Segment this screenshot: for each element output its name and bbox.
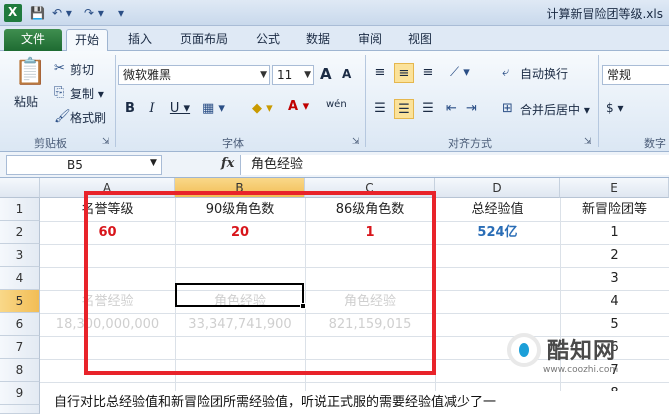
undo-icon[interactable]: ↶ ▾ bbox=[52, 4, 72, 22]
copy-icon: ⎘ bbox=[54, 85, 65, 100]
align-top-icon[interactable]: ≡ bbox=[370, 63, 390, 83]
align-right-icon[interactable]: ☰ bbox=[418, 99, 438, 119]
fill-color-icon[interactable]: ◆ ▾ bbox=[252, 101, 273, 117]
tab-page-layout[interactable]: 页面布局 bbox=[172, 29, 236, 51]
borders-icon[interactable]: ▦ ▾ bbox=[202, 101, 225, 117]
coozhi-logo-icon bbox=[507, 333, 541, 367]
cell-d1[interactable]: 总经验值 bbox=[435, 198, 560, 221]
cell-d2[interactable]: 524亿 bbox=[435, 221, 560, 244]
tab-view[interactable]: 视图 bbox=[400, 29, 440, 51]
row-header-1[interactable]: 1 bbox=[0, 198, 40, 221]
row-header-3[interactable]: 3 bbox=[0, 244, 40, 267]
paste-icon[interactable]: 📋 bbox=[14, 57, 46, 87]
alignment-launcher-icon[interactable]: ⇲ bbox=[584, 137, 592, 147]
row-header-8[interactable]: 8 bbox=[0, 359, 40, 382]
red-highlight-annotation bbox=[84, 191, 436, 375]
column-header-e[interactable]: E bbox=[560, 178, 669, 198]
excel-logo-icon bbox=[4, 4, 22, 22]
group-separator bbox=[365, 55, 366, 147]
column-header-d[interactable]: D bbox=[435, 178, 560, 198]
decrease-indent-icon[interactable]: ⇤ bbox=[446, 101, 457, 117]
phonetic-button[interactable]: wén bbox=[326, 99, 347, 110]
font-size-value: 11 bbox=[277, 68, 293, 82]
wrap-text-button[interactable]: 自动换行 bbox=[520, 65, 568, 82]
merge-center-button[interactable]: 合并后居中 ▾ bbox=[520, 101, 590, 118]
alignment-group-label: 对齐方式 bbox=[448, 137, 492, 150]
shrink-font-button[interactable]: A bbox=[342, 67, 351, 81]
row-header-5[interactable]: 5 bbox=[0, 290, 40, 313]
select-all-corner[interactable] bbox=[0, 178, 40, 198]
chevron-down-icon[interactable]: ▼ bbox=[150, 158, 157, 168]
caption-text: 自行对比总经验值和新冒险团所需经验值，听说正式服的需要经验值减少了一 bbox=[40, 391, 669, 414]
align-center-icon[interactable]: ☰ bbox=[394, 99, 414, 119]
bold-button[interactable]: B bbox=[120, 99, 140, 119]
align-left-icon[interactable]: ☰ bbox=[370, 99, 390, 119]
group-separator bbox=[115, 55, 116, 147]
font-group-label: 字体 bbox=[222, 137, 244, 150]
tab-insert[interactable]: 插入 bbox=[120, 29, 160, 51]
orientation-icon[interactable]: ⟋ ▾ bbox=[450, 65, 470, 81]
cell-e2[interactable]: 1 bbox=[560, 221, 669, 244]
cell-e1[interactable]: 新冒险团等 bbox=[560, 198, 669, 221]
title-bar: 💾 ↶ ▾ ↷ ▾ ▾ 计算新冒险团等级.xls bbox=[0, 0, 669, 26]
row-header-6[interactable]: 6 bbox=[0, 313, 40, 336]
cell-e4[interactable]: 3 bbox=[560, 267, 669, 290]
font-launcher-icon[interactable]: ⇲ bbox=[352, 137, 360, 147]
watermark: 酷知网 www.coozhi.com bbox=[507, 331, 627, 381]
tab-home[interactable]: 开始 bbox=[66, 29, 109, 51]
clipboard-launcher-icon[interactable]: ⇲ bbox=[102, 137, 110, 147]
tab-review[interactable]: 审阅 bbox=[350, 29, 390, 51]
insert-function-icon[interactable]: fx bbox=[221, 156, 234, 171]
formula-bar: B5 ▼ fx 角色经验 bbox=[0, 152, 669, 178]
copy-button[interactable]: 复制 ▾ bbox=[70, 85, 104, 102]
underline-button[interactable]: U ▾ bbox=[164, 99, 196, 119]
name-box[interactable]: B5 bbox=[6, 155, 162, 175]
watermark-url: www.coozhi.com bbox=[543, 365, 619, 375]
italic-button[interactable]: I bbox=[142, 99, 162, 119]
clipboard-group-label: 剪贴板 bbox=[34, 137, 67, 150]
customize-quick-access-icon[interactable]: ▾ bbox=[118, 4, 124, 22]
cell-e3[interactable]: 2 bbox=[560, 244, 669, 267]
chevron-down-icon: ▼ bbox=[260, 70, 267, 80]
cut-icon: ✂ bbox=[54, 61, 65, 76]
align-middle-icon[interactable]: ≡ bbox=[394, 63, 414, 83]
save-icon[interactable]: 💾 bbox=[30, 4, 45, 22]
row-header-4[interactable]: 4 bbox=[0, 267, 40, 290]
redo-icon[interactable]: ↷ ▾ bbox=[84, 4, 104, 22]
grow-font-button[interactable]: A bbox=[320, 65, 332, 83]
increase-indent-icon[interactable]: ⇥ bbox=[466, 101, 477, 117]
number-group-label: 数字 bbox=[644, 137, 666, 150]
format-painter-icon: 🖌 bbox=[54, 109, 71, 124]
cell-e5[interactable]: 4 bbox=[560, 290, 669, 313]
row-header-10[interactable]: 10 bbox=[0, 405, 40, 414]
group-separator bbox=[598, 55, 599, 147]
ribbon: 📋 粘贴 ✂ 剪切 ⎘ 复制 ▾ 🖌 格式刷 剪贴板 ⇲ 微软雅黑 ▼ 11 ▼… bbox=[0, 51, 669, 152]
merge-center-icon: ⊞ bbox=[502, 101, 513, 116]
watermark-name: 酷知网 bbox=[547, 339, 617, 364]
font-name-value: 微软雅黑 bbox=[123, 68, 172, 82]
align-bottom-icon[interactable]: ≡ bbox=[418, 63, 438, 83]
chevron-down-icon: ▼ bbox=[304, 70, 311, 80]
tab-formulas[interactable]: 公式 bbox=[248, 29, 288, 51]
number-format-value: 常规 bbox=[607, 68, 632, 82]
currency-format-button[interactable]: $ ▾ bbox=[606, 101, 623, 115]
number-format-combo[interactable]: 常规 bbox=[602, 65, 669, 85]
row-header-7[interactable]: 7 bbox=[0, 336, 40, 359]
tab-file[interactable]: 文件 bbox=[4, 29, 62, 51]
cut-button[interactable]: 剪切 bbox=[70, 61, 94, 78]
formula-input[interactable]: 角色经验 bbox=[240, 155, 669, 175]
ribbon-tabs: 文件 开始 插入 页面布局 公式 数据 审阅 视图 bbox=[0, 26, 669, 51]
font-color-icon[interactable]: A ▾ bbox=[288, 99, 309, 115]
format-painter-button[interactable]: 格式刷 bbox=[70, 109, 106, 126]
tab-data[interactable]: 数据 bbox=[298, 29, 338, 51]
paste-button[interactable]: 粘贴 bbox=[14, 93, 38, 110]
font-name-combo[interactable]: 微软雅黑 ▼ bbox=[118, 65, 270, 85]
font-size-combo[interactable]: 11 ▼ bbox=[272, 65, 314, 85]
row-header-2[interactable]: 2 bbox=[0, 221, 40, 244]
wrap-text-icon: ⤶ bbox=[502, 65, 510, 80]
window-title: 计算新冒险团等级.xls bbox=[546, 7, 663, 21]
row-header-9[interactable]: 9 bbox=[0, 382, 40, 405]
